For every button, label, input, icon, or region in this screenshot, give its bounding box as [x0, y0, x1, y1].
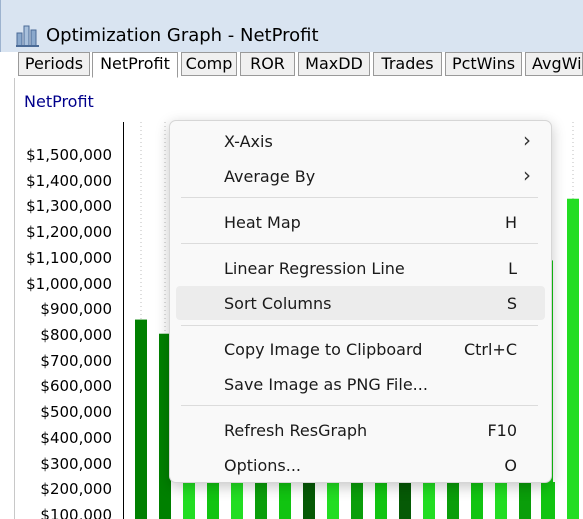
chart-bar [567, 198, 579, 519]
chart-bar [519, 482, 531, 519]
menu-item-average-by[interactable]: Average By › [176, 159, 545, 193]
window-title: Optimization Graph - NetProfit [46, 25, 319, 46]
bar-chart-icon [16, 25, 39, 47]
chevron-right-icon: › [523, 128, 531, 152]
y-tick-label: $1,300,000 [26, 197, 112, 216]
menu-item-label: X-Axis [224, 132, 273, 151]
tab-strip: Periods NetProfit Comp ROR MaxDD Trades … [14, 52, 583, 78]
context-menu: X-Axis › Average By › Heat Map H Linear … [169, 120, 552, 483]
chart-bar [255, 482, 267, 519]
menu-separator [181, 405, 538, 406]
menu-item-shortcut: H [504, 213, 517, 232]
menu-item-shortcut: Ctrl+C [463, 340, 517, 359]
tab-periods[interactable]: Periods [18, 52, 90, 76]
chart-bar [495, 482, 507, 519]
menu-item-label: Options... [224, 456, 301, 475]
tab-trades[interactable]: Trades [373, 52, 442, 76]
y-tick-label: $900,000 [40, 300, 112, 319]
chart-title: NetProfit [24, 92, 94, 111]
chevron-right-icon: › [523, 163, 531, 187]
y-tick-label: $1,200,000 [26, 223, 112, 242]
menu-item-refresh[interactable]: Refresh ResGraph F10 [176, 413, 545, 447]
tab-maxdd[interactable]: MaxDD [298, 52, 370, 76]
y-tick-label: $1,400,000 [26, 171, 112, 190]
menu-item-heat-map[interactable]: Heat Map H [176, 205, 545, 239]
chart-bar [351, 482, 363, 519]
y-tick-label: $1,000,000 [26, 274, 112, 293]
menu-item-label: Save Image as PNG File... [224, 375, 428, 394]
chart-bar [327, 482, 339, 519]
chart-bar [231, 482, 243, 519]
menu-item-sort-columns[interactable]: Sort Columns S [176, 286, 545, 320]
y-tick-label: $600,000 [40, 377, 112, 396]
y-tick-label: $400,000 [40, 428, 112, 447]
chart-bar [447, 482, 459, 519]
chart-bar [399, 482, 411, 519]
tab-comp[interactable]: Comp [181, 52, 237, 76]
chart-bar [303, 482, 315, 519]
tab-ror[interactable]: ROR [240, 52, 295, 76]
y-tick-label: $700,000 [40, 351, 112, 370]
menu-item-copy-image[interactable]: Copy Image to Clipboard Ctrl+C [176, 332, 545, 366]
y-tick-label: $800,000 [40, 326, 112, 344]
chart-bar [375, 482, 387, 519]
menu-item-label: Refresh ResGraph [224, 421, 368, 440]
menu-item-label: Heat Map [224, 213, 301, 232]
chart-bar [207, 482, 219, 519]
title-bar: Optimization Graph - NetProfit [0, 0, 583, 52]
menu-item-shortcut: S [506, 294, 517, 313]
chart-bar [543, 482, 555, 519]
menu-item-save-png[interactable]: Save Image as PNG File... [176, 367, 545, 401]
chart-bar [471, 482, 483, 519]
y-tick-label: $1,100,000 [26, 248, 112, 267]
chart-bar [423, 482, 435, 519]
menu-item-label: Copy Image to Clipboard [224, 340, 423, 359]
y-tick-label: $300,000 [40, 454, 112, 473]
tab-avgwin[interactable]: AvgWi [525, 52, 583, 76]
menu-item-label: Linear Regression Line [224, 259, 405, 278]
y-tick-label: $500,000 [40, 403, 112, 422]
menu-item-shortcut: L [508, 259, 517, 278]
menu-item-linear-regression[interactable]: Linear Regression Line L [176, 251, 545, 285]
menu-item-options[interactable]: Options... O [176, 448, 545, 482]
chart-bar [135, 319, 147, 519]
tab-netprofit[interactable]: NetProfit [92, 52, 178, 78]
menu-separator [181, 243, 538, 244]
menu-separator [181, 325, 538, 326]
tab-pctwins[interactable]: PctWins [445, 52, 522, 76]
y-tick-label: $1,500,000 [26, 146, 112, 164]
chart-bar [183, 482, 195, 519]
chart-bar [279, 482, 291, 519]
menu-item-shortcut: F10 [487, 421, 517, 440]
menu-item-x-axis[interactable]: X-Axis › [176, 124, 545, 158]
menu-item-label: Average By [224, 167, 316, 186]
menu-item-label: Sort Columns [224, 294, 332, 313]
menu-item-shortcut: O [504, 456, 517, 475]
menu-separator [181, 197, 538, 198]
y-tick-label: $200,000 [40, 480, 112, 499]
y-tick-label: $100,000 [40, 506, 112, 519]
